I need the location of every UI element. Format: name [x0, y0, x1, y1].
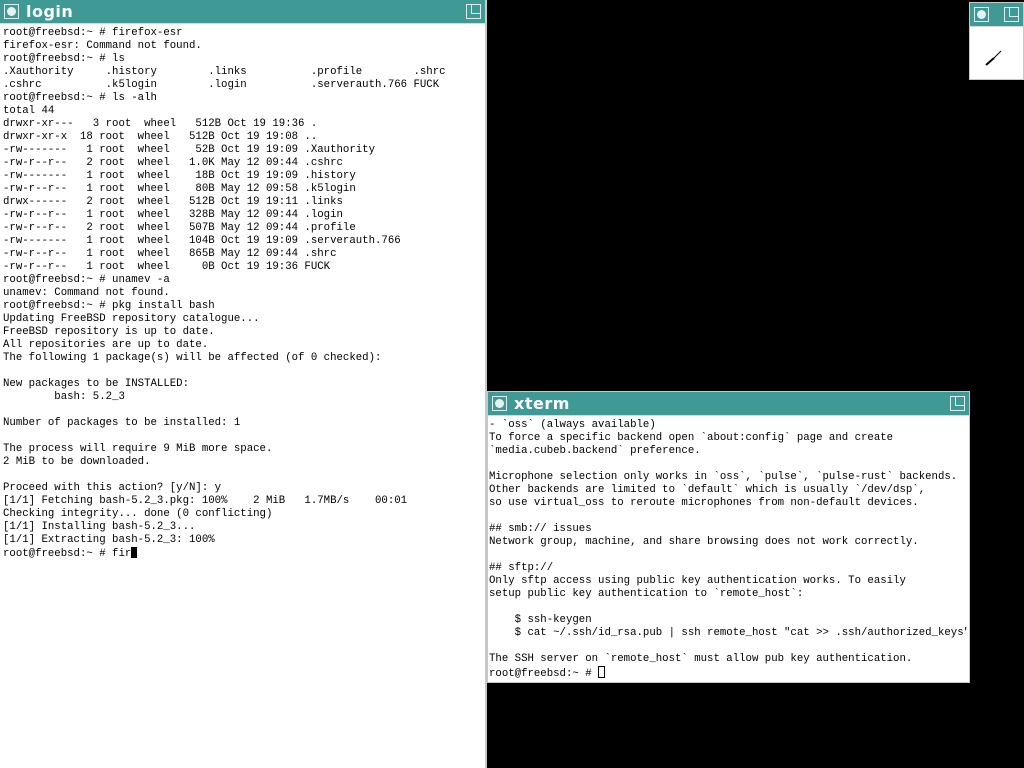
terminal-line: .Xauthority .history .links .profile .sh… [3, 66, 446, 78]
terminal-line: unamev: Command not found. [3, 287, 170, 299]
resize-icon[interactable] [1004, 7, 1019, 22]
clock-window[interactable] [969, 2, 1024, 80]
terminal-line: -rw-r--r-- 1 root wheel 328B May 12 09:4… [3, 209, 343, 221]
terminal-line: setup public key authentication to `remo… [489, 588, 804, 600]
window-title: xterm [514, 394, 570, 413]
login-window[interactable]: login root@freebsd:~ # firefox-esr firefo… [0, 0, 487, 768]
terminal-line: $ ssh-keygen [489, 614, 592, 626]
command-prompt[interactable]: root@freebsd:~ # [489, 666, 967, 680]
iconify-icon[interactable] [974, 7, 989, 22]
resize-icon[interactable] [466, 4, 481, 19]
terminal-line: [1/1] Fetching bash-5.2_3.pkg: 100% 2 Mi… [3, 495, 408, 507]
terminal-line: root@freebsd:~ # ls -alh [3, 92, 157, 104]
terminal-line: Checking integrity... done (0 conflictin… [3, 508, 273, 520]
terminal-line: Other backends are limited to `default` … [489, 484, 926, 496]
terminal-line: -rw-r--r-- 1 root wheel 80B May 12 09:58… [3, 183, 356, 195]
terminal-line: Updating FreeBSD repository catalogue... [3, 313, 260, 325]
xterm-titlebar[interactable]: xterm [488, 392, 969, 416]
terminal-line: -rw-r--r-- 1 root wheel 865B May 12 09:4… [3, 248, 337, 260]
xterm-window[interactable]: xterm - `oss` (always available) To force… [487, 391, 970, 683]
terminal-line: The following 1 package(s) will be affec… [3, 352, 382, 364]
terminal-line: -rw------- 1 root wheel 52B Oct 19 19:09… [3, 144, 375, 156]
terminal-line: -rw-r--r-- 2 root wheel 1.0K May 12 09:4… [3, 157, 343, 169]
terminal-line: -rw-r--r-- 1 root wheel 0B Oct 19 19:36 … [3, 261, 331, 273]
prompt-text: root@freebsd:~ # fir [3, 548, 132, 560]
terminal-line: drwxr-xr--- 3 root wheel 512B Oct 19 19:… [3, 118, 318, 130]
terminal-line: bash: 5.2_3 [3, 391, 125, 403]
terminal-line: Proceed with this action? [y/N]: y [3, 482, 222, 494]
terminal-line: New packages to be INSTALLED: [3, 378, 189, 390]
terminal-line: [1/1] Installing bash-5.2_3... [3, 521, 196, 533]
iconify-icon[interactable] [492, 396, 507, 411]
text-cursor [598, 666, 606, 678]
terminal-line: 2 MiB to be downloaded. [3, 456, 151, 468]
analog-clock-icon [985, 50, 1002, 66]
terminal-line: [1/1] Extracting bash-5.2_3: 100% [3, 534, 215, 546]
terminal-line: Number of packages to be installed: 1 [3, 417, 241, 429]
terminal-line: ## smb:// issues [489, 523, 592, 535]
terminal-line: ## sftp:// [489, 562, 554, 574]
iconify-icon[interactable] [4, 4, 19, 19]
terminal-line: firefox-esr: Command not found. [3, 40, 202, 52]
terminal-line: Microphone selection only works in `oss`… [489, 471, 958, 483]
terminal-line: Network group, machine, and share browsi… [489, 536, 919, 548]
terminal-line: The SSH server on `remote_host` must all… [489, 653, 913, 665]
terminal-line: -rw------- 1 root wheel 104B Oct 19 19:0… [3, 235, 401, 247]
terminal-line: so use virtual_oss to reroute microphone… [489, 497, 919, 509]
window-title: login [26, 2, 74, 21]
terminal-output[interactable]: root@freebsd:~ # firefox-esr firefox-esr:… [3, 27, 483, 768]
prompt-text: root@freebsd:~ # [489, 668, 599, 680]
clock-titlebar[interactable] [970, 3, 1023, 27]
terminal-line: root@freebsd:~ # firefox-esr [3, 27, 183, 39]
terminal-line: `media.cubeb.backend` preference. [489, 445, 701, 457]
terminal-line: All repositories are up to date. [3, 339, 209, 351]
terminal-output[interactable]: - `oss` (always available) To force a spe… [489, 419, 967, 682]
text-cursor [131, 547, 138, 558]
login-titlebar[interactable]: login [0, 0, 485, 24]
terminal-line: root@freebsd:~ # unamev -a [3, 274, 170, 286]
terminal-line: root@freebsd:~ # pkg install bash [3, 300, 215, 312]
terminal-line: - `oss` (always available) [489, 419, 656, 431]
terminal-line: Only sftp access using public key authen… [489, 575, 906, 587]
terminal-line: total 44 [3, 105, 55, 117]
resize-icon[interactable] [950, 396, 965, 411]
terminal-line: root@freebsd:~ # ls [3, 53, 125, 65]
terminal-line: drwxr-xr-x 18 root wheel 512B Oct 19 19:… [3, 131, 318, 143]
terminal-line: drwx------ 2 root wheel 512B Oct 19 19:1… [3, 196, 343, 208]
terminal-line: -rw-r--r-- 2 root wheel 507B May 12 09:4… [3, 222, 356, 234]
terminal-line: $ cat ~/.ssh/id_rsa.pub | ssh remote_hos… [489, 627, 967, 639]
command-prompt[interactable]: root@freebsd:~ # fir [3, 547, 483, 560]
terminal-line: .cshrc .k5login .login .serverauth.766 F… [3, 79, 440, 91]
terminal-line: The process will require 9 MiB more spac… [3, 443, 273, 455]
terminal-line: To force a specific backend open `about:… [489, 432, 894, 444]
terminal-line: -rw------- 1 root wheel 18B Oct 19 19:09… [3, 170, 356, 182]
terminal-line: FreeBSD repository is up to date. [3, 326, 215, 338]
